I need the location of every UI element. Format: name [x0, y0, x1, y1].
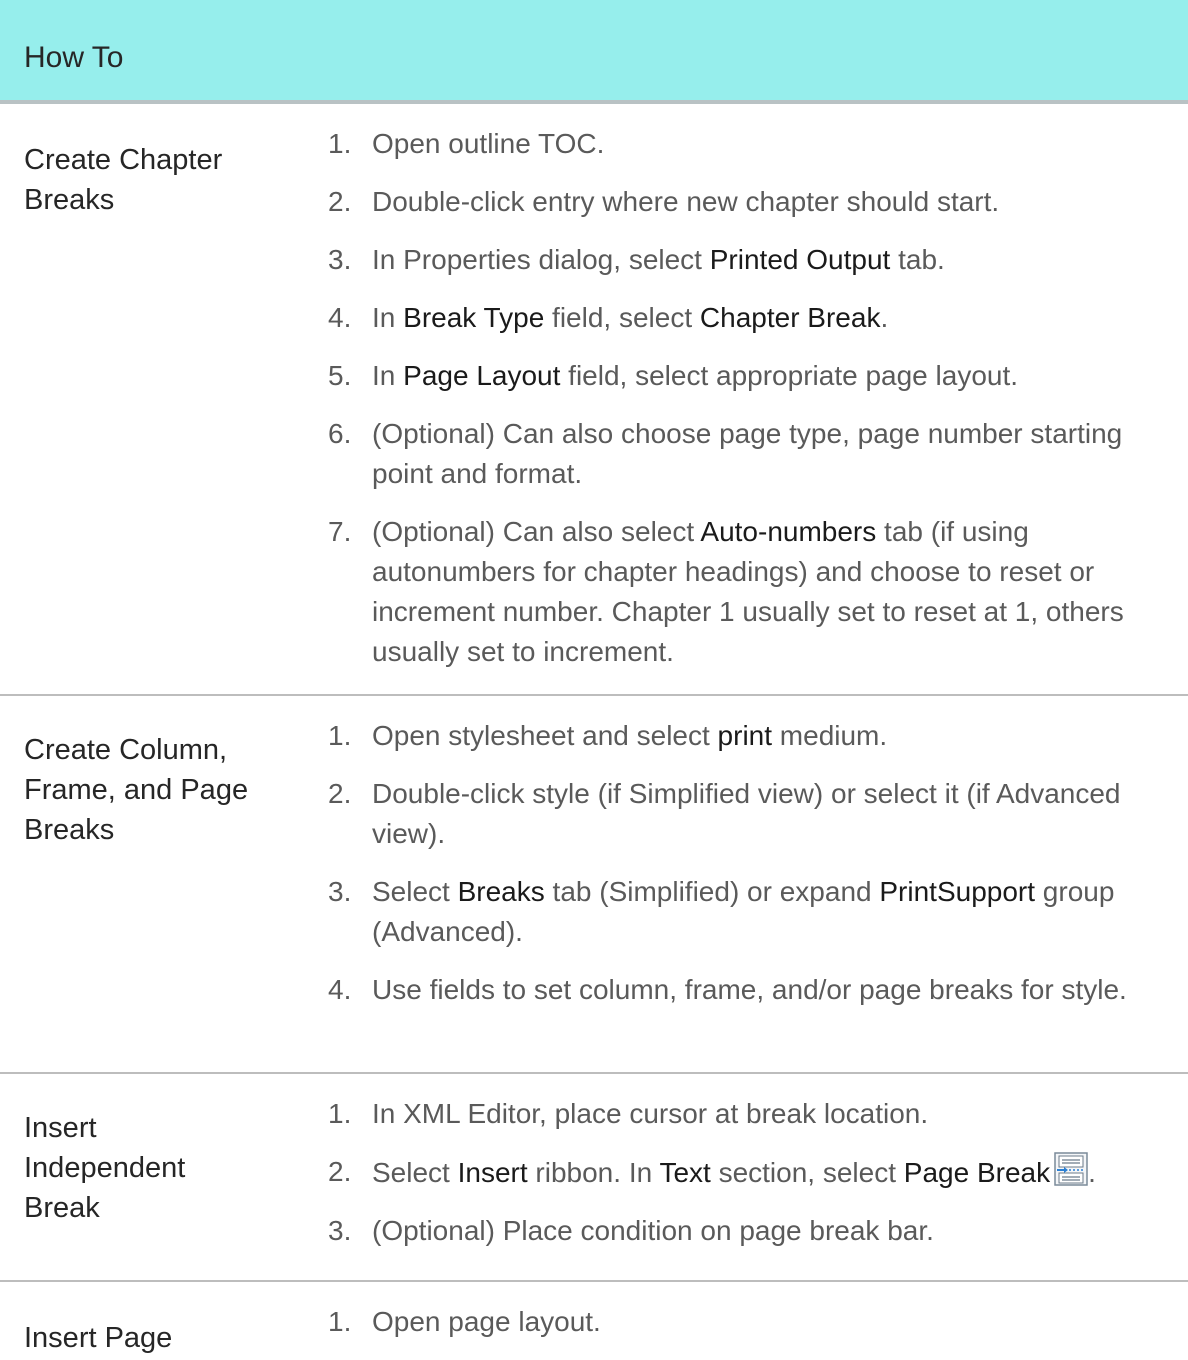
step-text: Open outline TOC. [372, 128, 605, 159]
step-text: . [1088, 1157, 1096, 1188]
step-text: Double-click entry where new chapter sho… [372, 186, 1000, 217]
table-row: Insert Independent Break 1. In XML Editor, p… [0, 1074, 1188, 1282]
step-text: Use fields to set column, frame, and/or … [372, 974, 1127, 1005]
step-text: medium. [772, 720, 888, 751]
step-number: 7. [328, 516, 352, 547]
step-text: Open page layout. [372, 1306, 601, 1337]
header-title: How To [24, 41, 124, 74]
step-text: Double-click style (if Simplified view) … [372, 778, 1121, 849]
steps-list: 1. Open outline TOC. 2. Double-click entry … [328, 124, 1168, 690]
table-body: Create Chapter Breaks 1. Open outline TOC. 2… [0, 104, 1188, 1356]
step-item: 4. Use fields to set column, frame, and/o… [328, 970, 1168, 1010]
ui-term: PrintSupport [879, 876, 1036, 907]
steps-list: 1. Open stylesheet and select print mediu… [328, 716, 1168, 1028]
ui-term: Break Type [403, 302, 545, 333]
step-number: 1. [328, 128, 352, 159]
ui-term: Text [659, 1157, 711, 1188]
step-text: In [372, 360, 404, 391]
step-number: 6. [328, 418, 352, 449]
step-number: 5. [328, 360, 352, 391]
row-label-line: Insert [24, 1112, 97, 1144]
step-text: (Optional) Can also select [372, 516, 701, 547]
step-number: 3. [328, 244, 352, 275]
step-item: 6. (Optional) Can also choose page type, … [328, 414, 1168, 494]
ui-term: print [717, 720, 773, 751]
step-number: 4. [328, 302, 352, 333]
step-item: 4. In Break Type field, select Chapter Br… [328, 298, 1168, 338]
step-number: 2. [328, 186, 352, 217]
steps-list: 1. Open page layout. [328, 1302, 1168, 1360]
steps-list: 1. In XML Editor, place cursor at break l… [328, 1094, 1168, 1269]
step-text: In XML Editor, place cursor at break loc… [372, 1098, 929, 1129]
step-item: 2. Double-click entry where new chapter s… [328, 182, 1168, 222]
step-item: 3. (Optional) Place condition on page bre… [328, 1211, 1168, 1251]
step-item: 3. Select Breaks tab (Simplified) or expa… [328, 872, 1168, 952]
row-label-line: Frame, and Page [24, 774, 249, 806]
row-label: Create Column, Frame, and Page Breaks [24, 730, 284, 850]
page-break-icon [1054, 1152, 1088, 1186]
step-text: Open stylesheet and select [372, 720, 718, 751]
table-row: Create Column, Frame, and Page Breaks 1. Ope… [0, 696, 1188, 1074]
row-label: Insert Independent Break [24, 1108, 284, 1228]
step-number: 1. [328, 1306, 352, 1337]
step-text: field, select appropriate page layout. [560, 360, 1019, 391]
step-number: 2. [328, 1156, 352, 1187]
ui-term: Breaks [457, 876, 545, 907]
step-item: 7. (Optional) Can also select Auto-number… [328, 512, 1168, 672]
ui-term: Insert [457, 1157, 528, 1188]
step-text: ribbon. In [527, 1157, 660, 1188]
ui-term: Page Layout [403, 360, 561, 391]
step-text: Select [372, 1157, 458, 1188]
step-item: 1. Open page layout. [328, 1302, 1168, 1342]
step-text: Select [372, 876, 458, 907]
ui-term: Printed Output [709, 244, 891, 275]
row-label-line: Independent [24, 1152, 186, 1184]
step-number: 2. [328, 778, 352, 809]
row-label-line: Create Column, [24, 734, 228, 766]
row-label-line: Insert Page [24, 1322, 173, 1354]
step-text: In Properties dialog, select [372, 244, 710, 275]
ui-term: Auto-numbers [700, 516, 877, 547]
step-item: 3. In Properties dialog, select Printed O… [328, 240, 1168, 280]
ui-term: Chapter Break [699, 302, 881, 333]
step-item: 1. Open outline TOC. [328, 124, 1168, 164]
step-text: tab. [890, 244, 945, 275]
step-text: (Optional) Can also choose page type, pa… [372, 418, 1123, 489]
step-item: 2. Double-click style (if Simplified view… [328, 774, 1168, 854]
step-text: In [372, 302, 404, 333]
table-row: Create Chapter Breaks 1. Open outline TOC. 2… [0, 104, 1188, 696]
step-text: field, select [544, 302, 700, 333]
ui-term: Page Break [903, 1157, 1051, 1188]
table-header: How To [0, 0, 1188, 104]
step-item: 1. In XML Editor, place cursor at break l… [328, 1094, 1168, 1134]
step-text: tab (Simplified) or expand [544, 876, 880, 907]
step-item: 1. Open stylesheet and select print mediu… [328, 716, 1168, 756]
how-to-table: How To Create Chapter Breaks 1. Open outlin… [0, 0, 1188, 1356]
step-number: 1. [328, 720, 352, 751]
step-item: 5. In Page Layout field, select appropria… [328, 356, 1168, 396]
row-label: Insert Page [24, 1318, 284, 1358]
step-number: 1. [328, 1098, 352, 1129]
row-label: Create Chapter Breaks [24, 140, 284, 220]
step-number: 3. [328, 1215, 352, 1246]
step-item: 2. Select Insert ribbon. In Text section,… [328, 1152, 1168, 1193]
step-text: . [880, 302, 889, 333]
step-number: 4. [328, 974, 352, 1005]
step-text: section, select [710, 1157, 904, 1188]
row-label-line: Create Chapter [24, 144, 223, 176]
row-label-line: Breaks [24, 184, 115, 216]
table-row: Insert Page 1. Open page layout. [0, 1282, 1188, 1356]
row-label-line: Break [24, 1192, 100, 1224]
row-label-line: Breaks [24, 814, 115, 846]
step-number: 3. [328, 876, 352, 907]
step-text: (Optional) Place condition on page break… [372, 1215, 934, 1246]
